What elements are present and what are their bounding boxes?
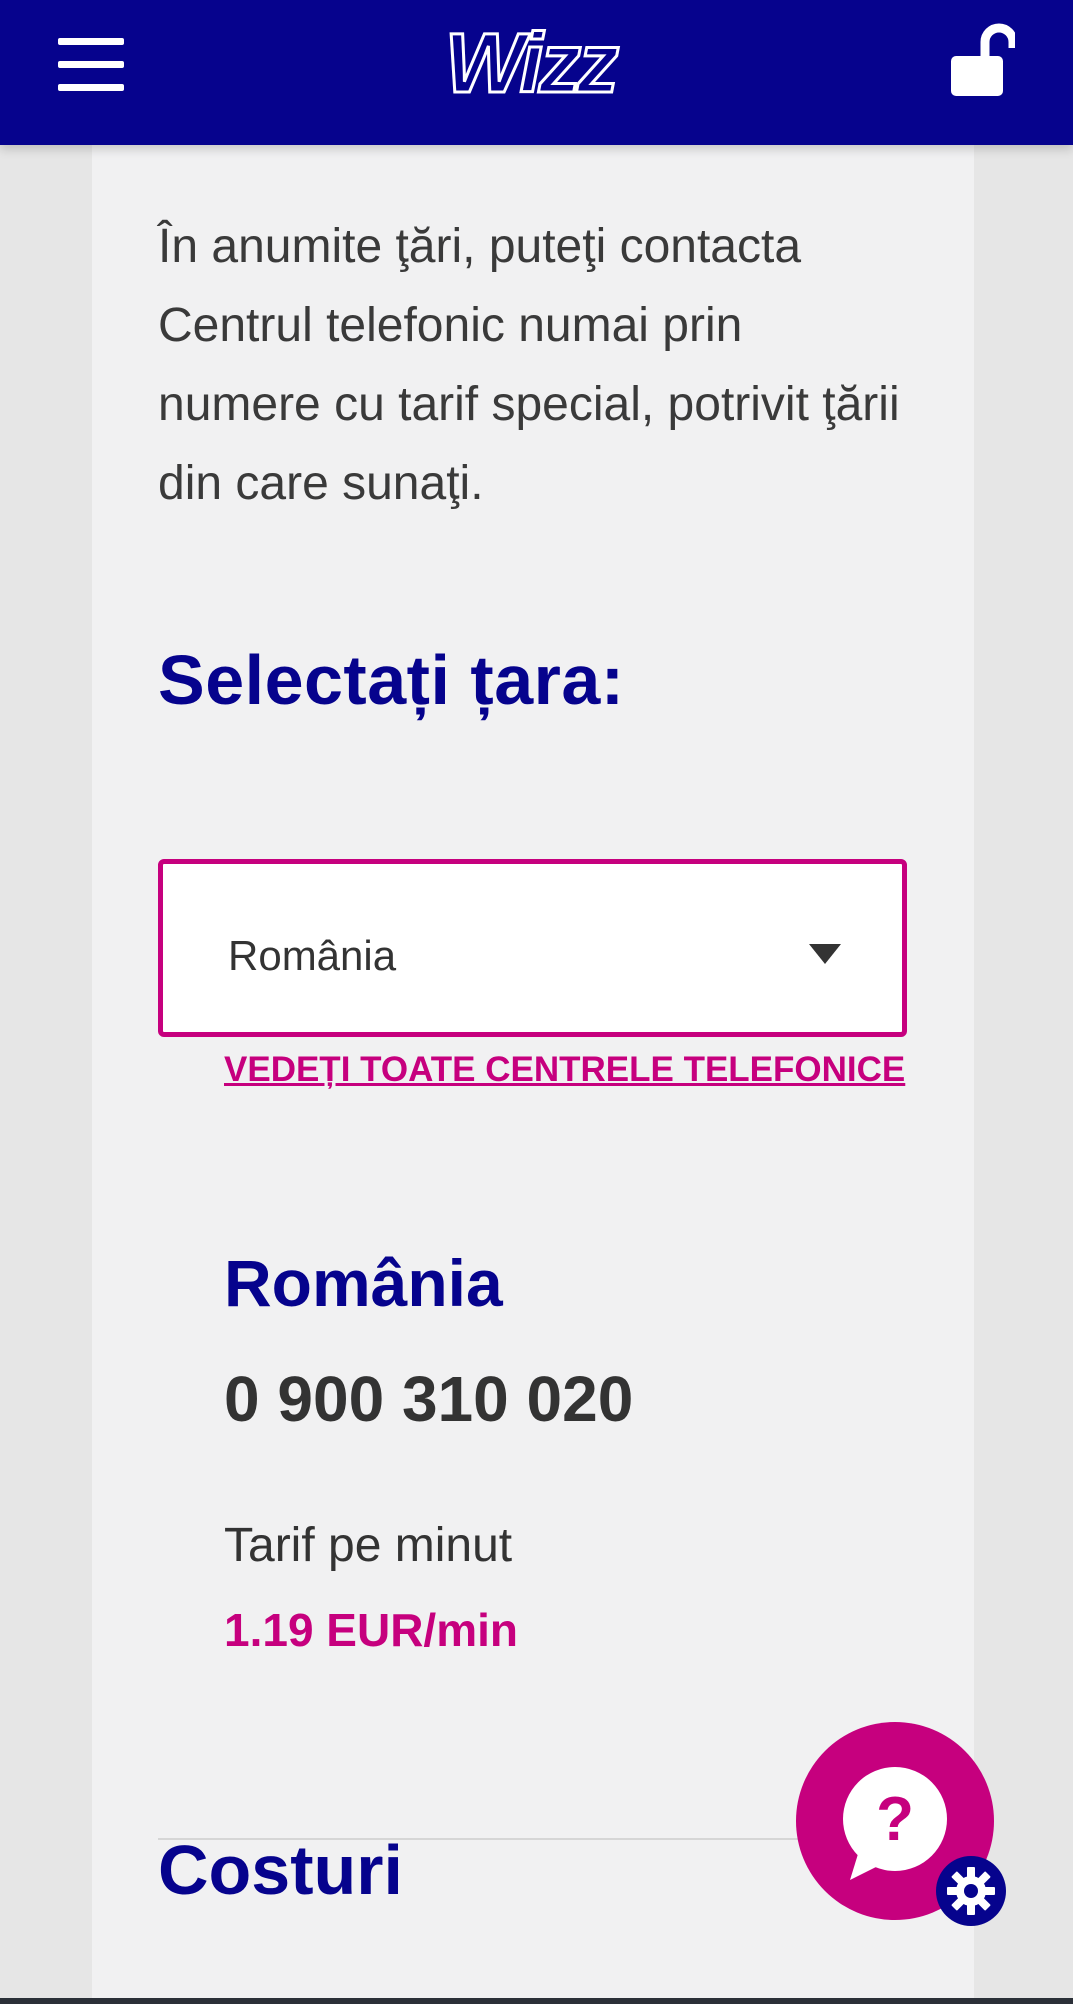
rate-label: Tarif pe minut <box>224 1519 513 1572</box>
hamburger-menu-icon[interactable] <box>58 38 126 92</box>
settings-button[interactable] <box>936 1856 1006 1926</box>
svg-text:Wizz: Wizz <box>445 16 619 110</box>
wizz-logo[interactable]: Wizz <box>430 16 630 112</box>
country-select[interactable]: România <box>158 859 907 1037</box>
top-header-bar: Wizz <box>0 0 1073 145</box>
select-country-heading: Selectați țara: <box>158 641 625 719</box>
system-nav-bar <box>0 1998 1073 2004</box>
rate-value: 1.19 EUR/min <box>224 1604 518 1656</box>
intro-text: În anumite ţări, puteţi contacta Centrul… <box>158 220 900 510</box>
contact-country-name: România <box>224 1246 503 1320</box>
svg-text:?: ? <box>876 1785 914 1854</box>
gear-icon <box>947 1867 995 1915</box>
unlocked-padlock-icon[interactable] <box>945 20 1015 100</box>
caret-down-icon <box>809 944 841 964</box>
all-call-centers-link[interactable]: VEDEȚI TOATE CENTRELE TELEFONICE <box>224 1050 905 1090</box>
costs-heading: Costuri <box>158 1831 403 1909</box>
contact-phone-number[interactable]: 0 900 310 020 <box>224 1362 633 1436</box>
country-select-value: România <box>228 932 397 979</box>
